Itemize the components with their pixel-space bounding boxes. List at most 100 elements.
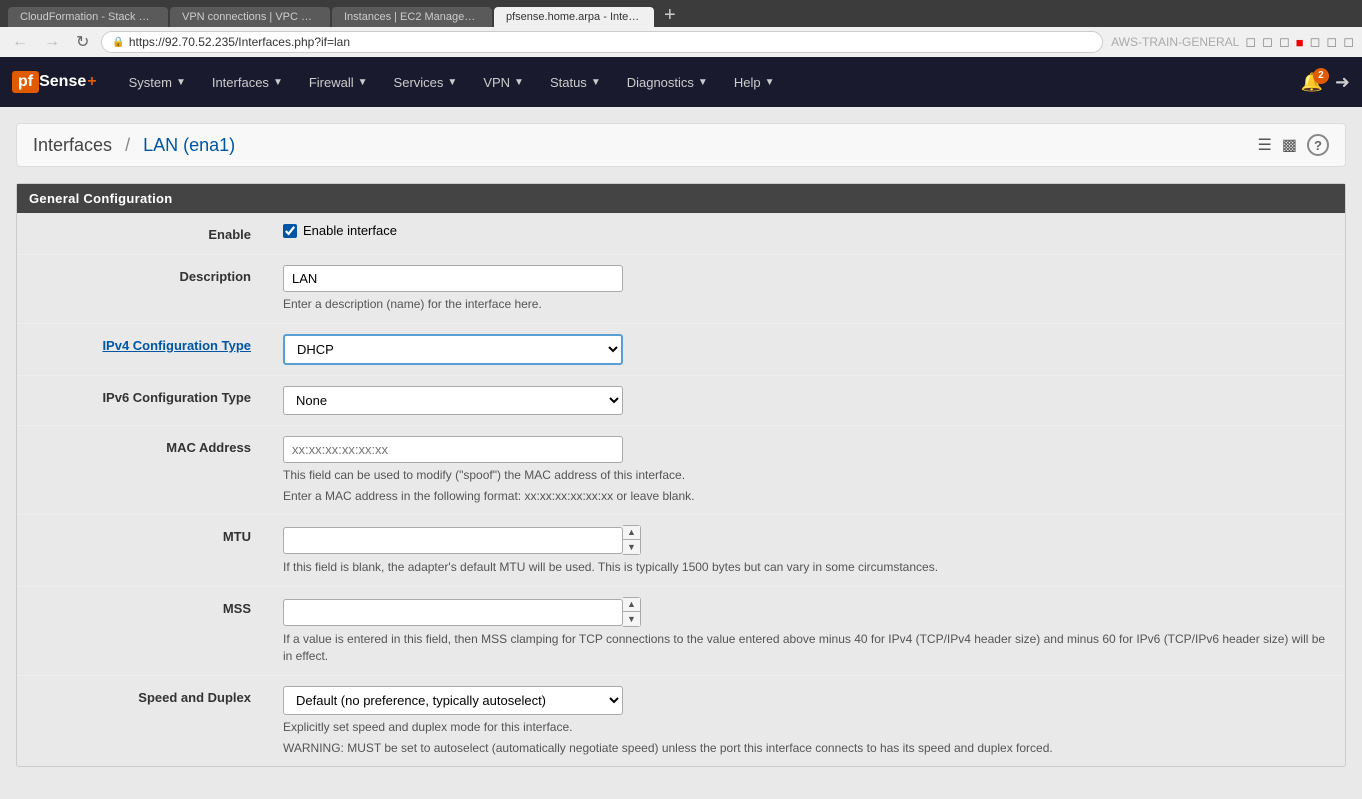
- breadcrumb-parent: Interfaces: [33, 135, 112, 155]
- label-enable: Enable: [17, 213, 267, 254]
- aws-label: AWS-TRAIN-GENERAL: [1111, 35, 1239, 49]
- pfsense-logo[interactable]: pf Sense +: [12, 71, 97, 93]
- notification-badge: 2: [1313, 68, 1329, 84]
- label-ipv6-config: IPv6 Configuration Type: [17, 376, 267, 425]
- enable-label: Enable interface: [303, 223, 397, 238]
- diagnostics-caret: ▼: [698, 77, 708, 88]
- browser-tab-2[interactable]: VPN connections | VPC Manag…: [170, 7, 330, 27]
- row-speed-duplex: Speed and Duplex Default (no preference,…: [17, 676, 1345, 767]
- reload-button[interactable]: ↻: [72, 32, 93, 52]
- config-section-general: General Configuration Enable Enable inte…: [16, 183, 1346, 767]
- new-tab-button[interactable]: +: [656, 4, 684, 27]
- mac-input[interactable]: [283, 436, 623, 463]
- logo-plus: +: [87, 73, 96, 91]
- nav-diagnostics[interactable]: Diagnostics ▼: [615, 67, 720, 98]
- description-help: Enter a description (name) for the inter…: [283, 296, 1329, 313]
- enable-checkbox[interactable]: [283, 224, 297, 238]
- label-description: Description: [17, 255, 267, 323]
- value-speed-duplex: Default (no preference, typically autose…: [267, 676, 1345, 767]
- page-header: Interfaces / LAN (ena1) ☰ ▩ ?: [16, 123, 1346, 167]
- label-speed-duplex: Speed and Duplex: [17, 676, 267, 767]
- row-mtu: MTU ▲ ▼ If this field is blank, the adap…: [17, 515, 1345, 587]
- row-mac: MAC Address This field can be used to mo…: [17, 426, 1345, 516]
- logout-button[interactable]: ➜: [1335, 72, 1350, 93]
- breadcrumb-sep: /: [125, 135, 130, 155]
- ipv4-config-select[interactable]: DHCP None Static IPv4 PPPoE: [283, 334, 623, 365]
- value-ipv6-config: None DHCP6 SLAAC Static IPv6: [267, 376, 1345, 425]
- nav-interfaces[interactable]: Interfaces ▼: [200, 67, 295, 98]
- label-mtu: MTU: [17, 515, 267, 586]
- label-mss: MSS: [17, 587, 267, 675]
- nav-system[interactable]: System ▼: [117, 67, 198, 98]
- ext-icon-4: ◻: [1310, 34, 1321, 50]
- row-ipv4-config: IPv4 Configuration Type DHCP None Static…: [17, 324, 1345, 376]
- nav-right: 🔔 2 ➜: [1300, 72, 1350, 93]
- nav-services[interactable]: Services ▼: [382, 67, 470, 98]
- notification-bell[interactable]: 🔔 2: [1300, 72, 1322, 93]
- mtu-spinner[interactable]: ▲ ▼: [623, 525, 641, 555]
- row-description: Description Enter a description (name) f…: [17, 255, 1345, 324]
- vpn-caret: ▼: [514, 77, 524, 88]
- mss-up[interactable]: ▲: [623, 598, 640, 612]
- row-mss: MSS ▲ ▼ If a value is entered in this fi…: [17, 587, 1345, 676]
- forward-button[interactable]: →: [40, 33, 64, 51]
- system-caret: ▼: [176, 77, 186, 88]
- ext-icon-1: ◻: [1245, 34, 1256, 50]
- ext-icon-2: ◻: [1262, 34, 1273, 50]
- row-enable: Enable Enable interface: [17, 213, 1345, 255]
- label-ipv4-config: IPv4 Configuration Type: [17, 324, 267, 375]
- services-caret: ▼: [447, 77, 457, 88]
- mac-help1: This field can be used to modify ("spoof…: [283, 467, 1329, 484]
- nav-status[interactable]: Status ▼: [538, 67, 613, 98]
- page-content: Interfaces / LAN (ena1) ☰ ▩ ? General Co…: [0, 107, 1362, 799]
- browser-extensions: AWS-TRAIN-GENERAL ◻ ◻ ◻ ■ ◻ ◻ ◻: [1111, 34, 1354, 50]
- ext-icon-6: ◻: [1343, 34, 1354, 50]
- mss-help: If a value is entered in this field, the…: [283, 631, 1329, 665]
- address-text: https://92.70.52.235/Interfaces.php?if=l…: [129, 35, 350, 49]
- nav-firewall[interactable]: Firewall ▼: [297, 67, 380, 98]
- browser-chrome: CloudFormation - Stack S2VN… VPN connect…: [0, 0, 1362, 27]
- value-ipv4-config: DHCP None Static IPv4 PPPoE: [267, 324, 1345, 375]
- browser-tab-3[interactable]: Instances | EC2 Management C…: [332, 7, 492, 27]
- filter-icon[interactable]: ☰: [1258, 135, 1272, 155]
- browser-addressbar: ← → ↻ 🔒 https://92.70.52.235/Interfaces.…: [0, 27, 1362, 57]
- ext-icon-3: ◻: [1279, 34, 1290, 50]
- speed-duplex-select[interactable]: Default (no preference, typically autose…: [283, 686, 623, 715]
- mss-down[interactable]: ▼: [623, 612, 640, 626]
- ipv6-config-select[interactable]: None DHCP6 SLAAC Static IPv6: [283, 386, 623, 415]
- section-header: General Configuration: [17, 184, 1345, 213]
- help-icon[interactable]: ?: [1307, 134, 1329, 156]
- breadcrumb: Interfaces / LAN (ena1): [33, 135, 235, 156]
- mss-input[interactable]: [283, 599, 623, 626]
- speed-duplex-help2: WARNING: MUST be set to autoselect (auto…: [283, 740, 1329, 757]
- mtu-help: If this field is blank, the adapter's de…: [283, 559, 1329, 576]
- speed-duplex-help1: Explicitly set speed and duplex mode for…: [283, 719, 1329, 736]
- browser-tab-4[interactable]: pfsense.home.arpa - Interfac…: [494, 7, 654, 27]
- interfaces-caret: ▼: [273, 77, 283, 88]
- mss-spinner[interactable]: ▲ ▼: [623, 597, 641, 627]
- ext-icon-5: ◻: [1326, 34, 1337, 50]
- description-input[interactable]: [283, 265, 623, 292]
- firewall-caret: ▼: [358, 77, 368, 88]
- lock-icon: 🔒: [112, 37, 124, 48]
- address-field[interactable]: 🔒 https://92.70.52.235/Interfaces.php?if…: [101, 31, 1103, 53]
- nav-help[interactable]: Help ▼: [722, 67, 787, 98]
- back-button[interactable]: ←: [8, 33, 32, 51]
- status-caret: ▼: [591, 77, 601, 88]
- mac-help2: Enter a MAC address in the following for…: [283, 488, 1329, 505]
- browser-tab-1[interactable]: CloudFormation - Stack S2VN…: [8, 7, 168, 27]
- label-mac: MAC Address: [17, 426, 267, 515]
- value-mac: This field can be used to modify ("spoof…: [267, 426, 1345, 515]
- mtu-up[interactable]: ▲: [623, 526, 640, 540]
- value-mtu: ▲ ▼ If this field is blank, the adapter'…: [267, 515, 1345, 586]
- chart-icon[interactable]: ▩: [1282, 135, 1297, 155]
- logo-pf: pf: [12, 71, 39, 93]
- mtu-down[interactable]: ▼: [623, 540, 640, 554]
- page-header-icons: ☰ ▩ ?: [1258, 134, 1329, 156]
- nav-vpn[interactable]: VPN ▼: [471, 67, 536, 98]
- value-description: Enter a description (name) for the inter…: [267, 255, 1345, 323]
- ext-icon-shield: ■: [1296, 35, 1304, 50]
- browser-tabs: CloudFormation - Stack S2VN… VPN connect…: [8, 4, 1354, 27]
- help-caret: ▼: [765, 77, 775, 88]
- mtu-input[interactable]: [283, 527, 623, 554]
